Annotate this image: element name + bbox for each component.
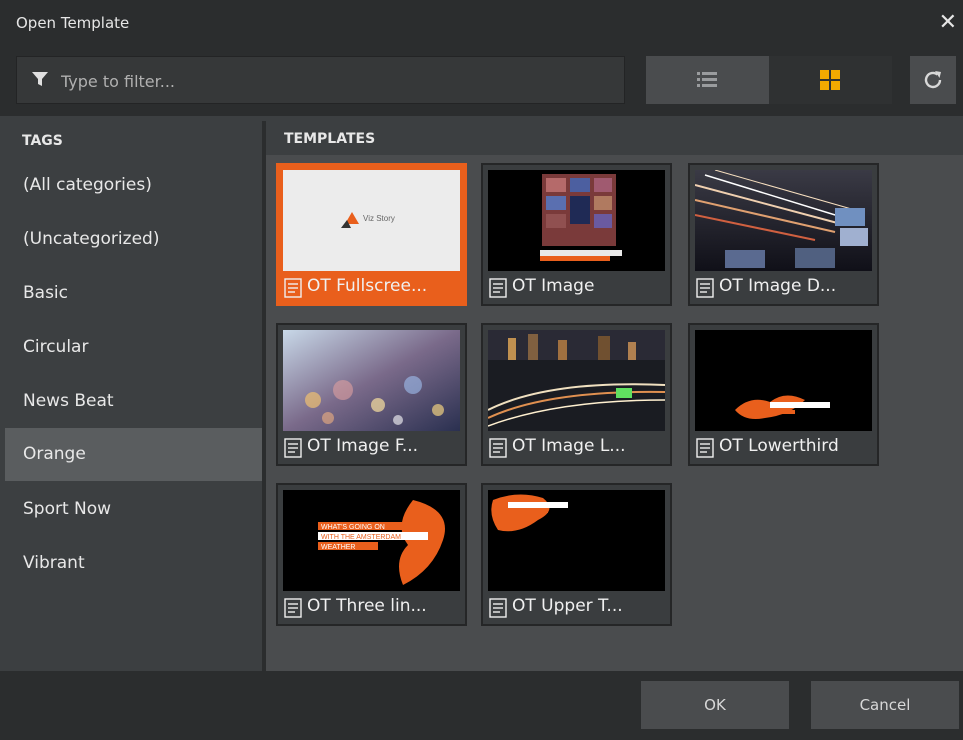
tag-item-vibrant[interactable]: Vibrant bbox=[5, 537, 262, 590]
template-label: OT Three lin... bbox=[307, 596, 427, 616]
tag-item-news-beat[interactable]: News Beat bbox=[5, 375, 262, 428]
thumb-line-2: WITH THE AMSTERDAM bbox=[321, 534, 401, 541]
template-label-row: OT Image D... bbox=[695, 275, 875, 301]
tag-label: (Uncategorized) bbox=[23, 229, 160, 249]
template-tile-ot-image-f[interactable]: OT Image F... bbox=[276, 323, 467, 466]
template-thumbnail bbox=[695, 330, 872, 431]
templates-header: TEMPLATES bbox=[284, 131, 376, 147]
template-label-row: OT Three lin... bbox=[283, 595, 463, 621]
template-label: OT Lowerthird bbox=[719, 436, 839, 456]
templates-panel: TEMPLATES Viz Story OT Fullscree... OT I… bbox=[266, 121, 963, 671]
grid-view-icon bbox=[820, 70, 840, 90]
tag-label: Basic bbox=[23, 283, 69, 303]
template-label: OT Image L... bbox=[512, 436, 626, 456]
toolbar bbox=[0, 46, 963, 116]
close-icon[interactable]: ✕ bbox=[939, 10, 957, 35]
template-icon bbox=[696, 438, 714, 458]
filter-field[interactable] bbox=[16, 56, 625, 105]
tag-label: Vibrant bbox=[23, 553, 85, 573]
tag-item-all-categories[interactable]: (All categories) bbox=[5, 159, 262, 212]
template-label: OT Image D... bbox=[719, 276, 837, 296]
list-view-button[interactable] bbox=[646, 56, 769, 104]
template-label: OT Fullscree... bbox=[307, 276, 428, 296]
template-label-row: OT Image L... bbox=[488, 435, 668, 461]
template-label-row: OT Lowerthird bbox=[695, 435, 875, 461]
template-thumbnail bbox=[695, 170, 872, 271]
template-tile-ot-fullscreen[interactable]: Viz Story OT Fullscree... bbox=[276, 163, 467, 306]
tag-label: Orange bbox=[23, 444, 86, 464]
title-bar: Open Template ✕ bbox=[0, 0, 963, 46]
thumb-line-3: WEATHER bbox=[321, 544, 355, 551]
grid-view-button[interactable] bbox=[769, 56, 892, 104]
template-icon bbox=[489, 598, 507, 618]
template-icon bbox=[284, 438, 302, 458]
open-template-dialog: Open Template ✕ Type to filter... TAGS (… bbox=[0, 0, 963, 740]
template-tile-ot-three-lines[interactable]: WHAT'S GOING ON WITH THE AMSTERDAM WEATH… bbox=[276, 483, 467, 626]
tags-panel: TAGS (All categories) (Uncategorized) Ba… bbox=[0, 121, 262, 671]
tag-label: News Beat bbox=[23, 391, 114, 411]
template-tile-ot-image-d[interactable]: OT Image D... bbox=[688, 163, 879, 306]
template-thumbnail bbox=[283, 330, 460, 431]
template-icon bbox=[284, 278, 302, 298]
tag-label: (All categories) bbox=[23, 175, 152, 195]
template-icon bbox=[489, 278, 507, 298]
template-thumbnail bbox=[488, 330, 665, 431]
viz-story-text: Viz Story bbox=[363, 214, 395, 223]
template-tile-ot-upper-third[interactable]: OT Upper T... bbox=[481, 483, 672, 626]
tag-label: Sport Now bbox=[23, 499, 112, 519]
ok-button[interactable]: OK bbox=[641, 681, 789, 729]
template-thumbnail: Viz Story bbox=[283, 170, 460, 271]
template-label-row: OT Fullscree... bbox=[283, 275, 463, 301]
template-icon bbox=[489, 438, 507, 458]
template-icon bbox=[284, 598, 302, 618]
cancel-button[interactable]: Cancel bbox=[811, 681, 959, 729]
viz-story-logo: Viz Story bbox=[283, 170, 460, 271]
tag-item-basic[interactable]: Basic bbox=[5, 267, 262, 320]
list-view-icon bbox=[697, 72, 717, 87]
filter-input[interactable] bbox=[59, 57, 613, 105]
tag-item-uncategorized[interactable]: (Uncategorized) bbox=[5, 213, 262, 266]
view-toggle bbox=[646, 56, 892, 104]
tag-item-orange[interactable]: Orange bbox=[5, 428, 262, 481]
template-icon bbox=[696, 278, 714, 298]
template-tile-ot-lowerthird[interactable]: OT Lowerthird bbox=[688, 323, 879, 466]
template-tile-ot-image-l[interactable]: OT Image L... bbox=[481, 323, 672, 466]
tags-header: TAGS bbox=[22, 133, 63, 149]
refresh-button[interactable] bbox=[910, 56, 956, 104]
template-label: OT Upper T... bbox=[512, 596, 623, 616]
template-label: OT Image F... bbox=[307, 436, 419, 456]
templates-header-bar: TEMPLATES bbox=[266, 121, 963, 155]
tag-label: Circular bbox=[23, 337, 89, 357]
tag-item-sport-now[interactable]: Sport Now bbox=[5, 483, 262, 536]
thumb-line-1: WHAT'S GOING ON bbox=[321, 524, 385, 531]
filter-icon bbox=[32, 72, 48, 86]
dialog-footer: OK Cancel bbox=[0, 671, 963, 740]
template-label-row: OT Upper T... bbox=[488, 595, 668, 621]
template-label-row: OT Image bbox=[488, 275, 668, 301]
refresh-icon bbox=[924, 71, 942, 89]
template-thumbnail bbox=[488, 170, 665, 271]
template-thumbnail bbox=[488, 490, 665, 591]
template-thumbnail: WHAT'S GOING ON WITH THE AMSTERDAM WEATH… bbox=[283, 490, 460, 591]
template-label-row: OT Image F... bbox=[283, 435, 463, 461]
tag-item-circular[interactable]: Circular bbox=[5, 321, 262, 374]
template-tile-ot-image[interactable]: OT Image bbox=[481, 163, 672, 306]
template-label: OT Image bbox=[512, 276, 595, 296]
dialog-title: Open Template bbox=[16, 14, 130, 32]
